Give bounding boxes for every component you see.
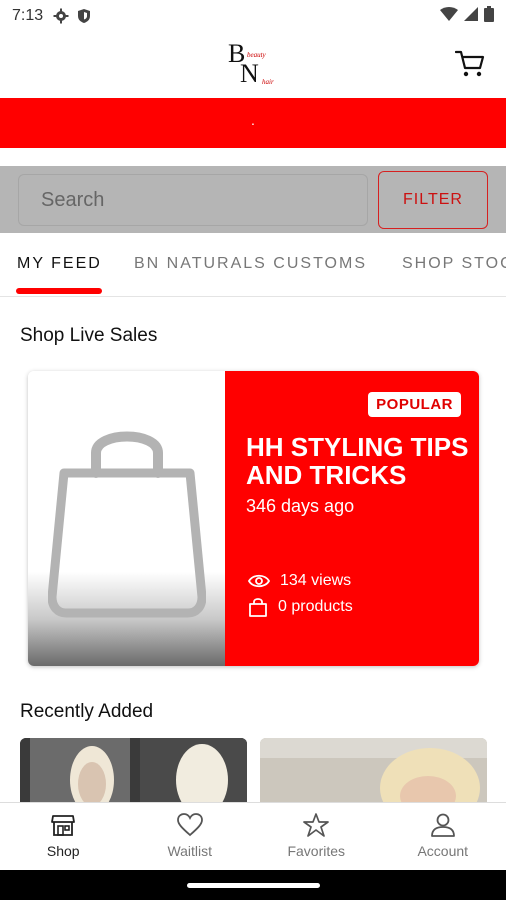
tab-bn-naturals-customs[interactable]: BN NATURALS CUSTOMS xyxy=(134,255,367,273)
nav-account[interactable]: Account xyxy=(380,803,506,870)
storefront-icon xyxy=(51,815,76,836)
eye-icon xyxy=(248,574,270,588)
live-sale-info: POPULAR HH STYLING TIPS AND TRICKS 346 d… xyxy=(225,371,479,666)
live-sale-card[interactable]: POPULAR HH STYLING TIPS AND TRICKS 346 d… xyxy=(28,371,479,666)
search-input[interactable]: Search xyxy=(18,174,368,226)
nav-favorites-label: Favorites xyxy=(287,843,346,859)
signal-icon xyxy=(464,6,478,26)
person-icon xyxy=(430,813,455,837)
live-sale-time: 346 days ago xyxy=(246,496,355,516)
filter-button[interactable]: FILTER xyxy=(378,171,488,229)
star-icon xyxy=(303,813,330,837)
tab-my-feed[interactable]: MY FEED xyxy=(17,255,102,273)
live-sale-thumbnail xyxy=(28,371,225,666)
search-placeholder: Search xyxy=(41,188,105,211)
popular-badge: POPULAR xyxy=(368,392,461,417)
heart-icon xyxy=(176,813,203,837)
product-tile[interactable] xyxy=(260,738,487,802)
product-tile[interactable] xyxy=(20,738,247,802)
products-count: 0 products xyxy=(278,598,353,615)
recently-added-title: Recently Added xyxy=(20,701,154,722)
app-header: B beauty N hair xyxy=(0,32,506,98)
product-image xyxy=(260,738,487,802)
wifi-icon xyxy=(440,6,458,26)
status-time: 7:13 xyxy=(12,7,44,24)
product-image xyxy=(20,738,247,802)
promo-banner[interactable]: · xyxy=(0,98,506,148)
nav-favorites[interactable]: Favorites xyxy=(253,803,380,870)
tab-shop-stock[interactable]: SHOP STOCK xyxy=(402,255,506,273)
nav-waitlist[interactable]: Waitlist xyxy=(127,803,254,870)
gesture-handle[interactable] xyxy=(187,883,320,888)
brand-logo[interactable]: B beauty N hair xyxy=(228,37,278,93)
products-stat: 0 products xyxy=(248,597,353,617)
nav-waitlist-label: Waitlist xyxy=(167,843,213,859)
battery-icon xyxy=(484,5,494,27)
logo-script-top: beauty xyxy=(247,51,266,59)
cart-icon xyxy=(455,50,485,77)
shopping-bag-icon xyxy=(48,431,206,618)
active-tab-indicator xyxy=(16,288,102,294)
status-bar: 7:13 xyxy=(0,0,506,32)
cart-button[interactable] xyxy=(454,48,486,80)
views-count: 134 views xyxy=(280,572,352,589)
logo-letter-n: N xyxy=(240,59,259,88)
nav-shop-label: Shop xyxy=(46,843,80,859)
nav-account-label: Account xyxy=(417,843,469,859)
live-sales-title: Shop Live Sales xyxy=(20,325,158,346)
bag-icon xyxy=(249,598,267,617)
system-gesture-bar xyxy=(0,870,506,900)
search-bar: Search FILTER xyxy=(0,166,506,233)
gear-icon xyxy=(53,8,69,24)
bottom-nav: Shop Waitlist Favorites Account xyxy=(0,802,506,870)
logo-script-bottom: hair xyxy=(262,78,274,86)
nav-shop[interactable]: Shop xyxy=(0,803,127,870)
shield-icon xyxy=(77,8,91,24)
live-sale-title: HH STYLING TIPS AND TRICKS xyxy=(246,432,469,490)
promo-banner-text: · xyxy=(250,115,256,131)
views-stat: 134 views xyxy=(248,572,351,590)
feed-tabs: MY FEED BN NATURALS CUSTOMS SHOP STOCK xyxy=(0,233,506,297)
